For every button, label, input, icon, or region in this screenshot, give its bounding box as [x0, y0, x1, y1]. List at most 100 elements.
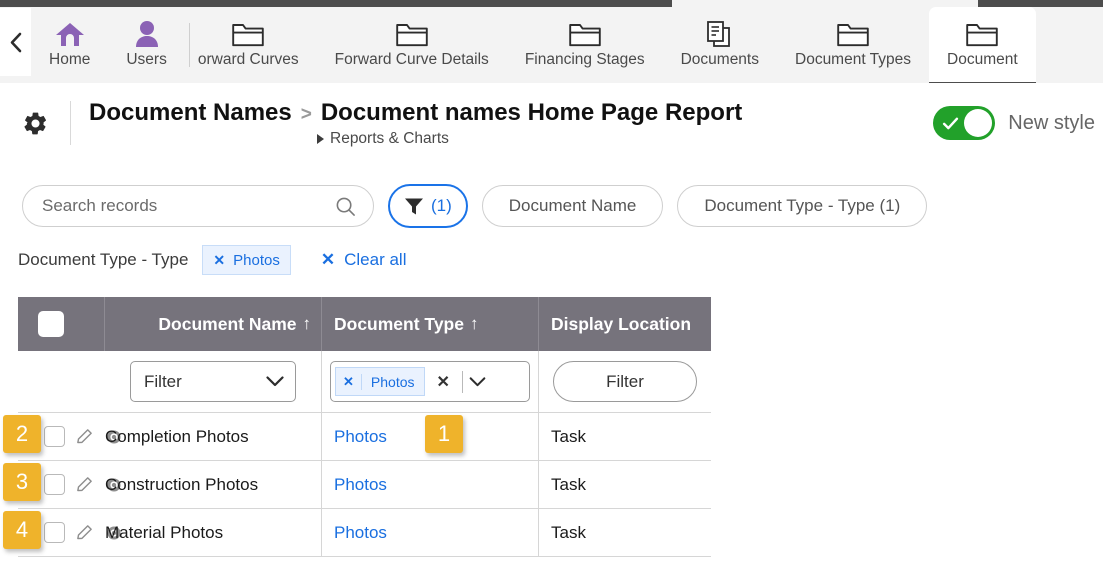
filter-cell-document-name: Filter: [105, 351, 322, 412]
annotation-badge-2: 2: [3, 415, 41, 453]
clear-all-button[interactable]: ✕ Clear all: [321, 250, 407, 270]
nav-item-label: Forward Curve Details: [334, 51, 489, 68]
nav-item-label: Users: [126, 51, 167, 68]
folder-icon: [395, 24, 428, 47]
nav-item-forward-curve-details[interactable]: Forward Curve Details: [317, 7, 507, 83]
folder-icon-wrap: [232, 19, 264, 49]
chevron-left-icon: [10, 32, 22, 52]
clear-all-x-icon: ✕: [320, 250, 336, 269]
table-row[interactable]: Material Photos Photos Task: [18, 509, 711, 557]
select-all-checkbox[interactable]: [38, 311, 64, 337]
settings-gear-button[interactable]: [0, 110, 70, 137]
chip-remove-icon[interactable]: ✕: [336, 373, 362, 390]
nav-item-documents[interactable]: Documents: [663, 7, 777, 83]
table-filter-row: Filter ✕ Photos ✕ Filter: [18, 351, 711, 413]
reports-and-charts-label: Reports & Charts: [330, 129, 449, 147]
pill-document-name[interactable]: Document Name: [481, 185, 664, 227]
row-edit-button[interactable]: [75, 523, 94, 542]
search-icon[interactable]: [335, 196, 356, 217]
table-row[interactable]: Completion Photos Photos Task: [18, 413, 711, 461]
documents-icon-wrap: [705, 19, 735, 49]
row-checkbox[interactable]: [44, 426, 65, 447]
nav-item-home[interactable]: Home: [31, 7, 108, 83]
document-type-link[interactable]: Photos: [334, 523, 387, 543]
nav-item-orward-curves[interactable]: orward Curves: [194, 7, 317, 83]
search-input[interactable]: [40, 195, 335, 217]
folder-icon: [232, 24, 264, 47]
pencil-icon: [77, 477, 92, 492]
folder-icon: [966, 24, 999, 47]
filter-button[interactable]: (1): [388, 184, 468, 228]
table-header-display-location-label: Display Location: [551, 313, 692, 334]
filter-cell-display-location: Filter: [539, 351, 711, 412]
clear-all-label: Clear all: [344, 250, 407, 269]
filter-count: (1): [431, 196, 452, 215]
row-edit-button[interactable]: [75, 427, 94, 446]
applied-filters-bar: Document Type - Type ✕ Photos ✕ Clear al…: [0, 242, 1103, 278]
row-edit-button[interactable]: [75, 475, 94, 494]
nav-item-label: Financing Stages: [524, 51, 645, 68]
pill-document-type[interactable]: Document Type - Type (1): [677, 185, 928, 227]
display-location-filter-button[interactable]: Filter: [553, 361, 697, 402]
document-type-link[interactable]: Photos: [334, 475, 387, 495]
nav-item-users[interactable]: Users: [108, 7, 184, 83]
nav-item-document-types[interactable]: Document Types: [777, 7, 929, 83]
cell-document-name: Completion Photos: [105, 426, 249, 446]
users-icon: [135, 21, 158, 47]
home-icon-wrap: [55, 19, 85, 49]
filter-cell-document-type: ✕ Photos ✕: [322, 351, 539, 412]
applied-filter-chip-photos[interactable]: ✕ Photos: [202, 245, 291, 275]
scrollbar-track-right[interactable]: [978, 0, 1103, 7]
folder-icon-wrap: [837, 19, 869, 49]
nav-back-button[interactable]: [0, 8, 31, 76]
search-and-filter-bar: (1) Document Name Document Type - Type (…: [0, 181, 1103, 231]
table-row[interactable]: Construction Photos Photos Task: [18, 461, 711, 509]
horizontal-scrollbar[interactable]: [0, 0, 1103, 7]
page-title: Document names Home Page Report: [320, 98, 743, 126]
multiselect-divider: [461, 370, 463, 393]
pill-document-name-label: Document Name: [508, 196, 637, 215]
nav-item-financing-stages[interactable]: Financing Stages: [507, 7, 663, 83]
document-name-filter-select[interactable]: Filter: [130, 361, 296, 402]
nav-item-label: Documents: [680, 51, 759, 68]
nav-item-label: Document: [947, 51, 1018, 68]
users-icon-wrap: [134, 19, 160, 49]
cell-document-type: Photos: [322, 509, 539, 556]
breadcrumb-root[interactable]: Document Names: [89, 99, 292, 127]
chip-remove-icon[interactable]: ✕: [213, 252, 225, 269]
row-checkbox[interactable]: [44, 474, 65, 495]
table-header-document-name-label: Document Name: [158, 313, 297, 334]
table-body: Completion Photos Photos Task Construction …: [18, 413, 711, 557]
display-location-filter-label: Filter: [606, 371, 644, 391]
table-header-display-location[interactable]: Display Location: [539, 297, 711, 351]
cell-display-location: Task: [551, 522, 586, 542]
table-header-select: [18, 297, 105, 351]
table-header-document-name[interactable]: Document Name ↑: [105, 297, 322, 351]
chevron-down-icon[interactable]: [469, 376, 486, 387]
nav-item-document[interactable]: Document: [929, 7, 1036, 85]
breadcrumb: Document Names > Document names Home Pag…: [71, 99, 742, 148]
table-header-row: Document Name ↑ Document Type ↑ Display …: [18, 297, 711, 351]
cell-display-location: Task: [551, 426, 586, 446]
multiselect-clear-icon[interactable]: ✕: [431, 372, 456, 392]
toggle-knob: [964, 109, 993, 137]
table-header-document-type[interactable]: Document Type ↑: [322, 297, 539, 351]
new-style-toggle[interactable]: [933, 106, 996, 140]
check-icon: [943, 117, 959, 130]
row-name-cell: Completion Photos: [18, 413, 322, 460]
app-root: Home Users orward Curves Forward Curve Deta…: [0, 0, 1103, 581]
page-header: Document Names > Document names Home Pag…: [0, 83, 1103, 163]
triangle-right-icon: [317, 133, 324, 144]
folder-icon-wrap: [568, 19, 601, 49]
document-type-filter-multiselect[interactable]: ✕ Photos ✕: [330, 361, 530, 402]
document-type-filter-chip[interactable]: ✕ Photos: [335, 367, 425, 396]
reports-and-charts-toggle[interactable]: Reports & Charts: [317, 130, 742, 148]
table-header-document-type-label: Document Type: [334, 313, 464, 334]
nav-item-label: Home: [49, 51, 91, 68]
search-box[interactable]: [22, 185, 374, 227]
filter-cell-select: [18, 351, 105, 412]
scrollbar-track-left[interactable]: [0, 0, 672, 7]
row-checkbox[interactable]: [44, 522, 65, 543]
nav-item-list: Home Users orward Curves Forward Curve Deta…: [31, 7, 1103, 85]
document-type-link[interactable]: Photos: [334, 427, 387, 447]
